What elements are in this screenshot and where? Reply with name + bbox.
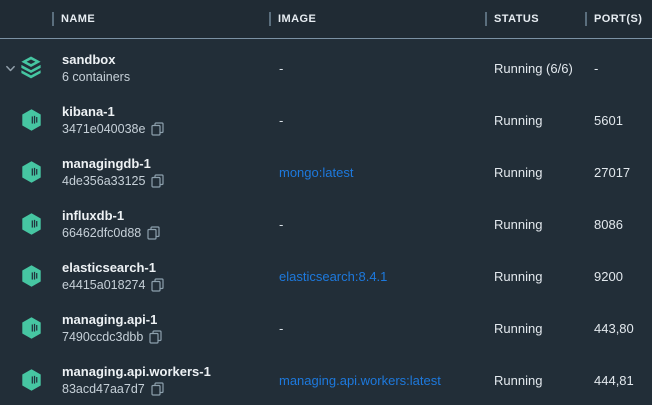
container-name: kibana-1: [62, 103, 279, 120]
image-name: -: [279, 321, 494, 336]
copy-icon[interactable]: [149, 330, 162, 344]
column-header-image[interactable]: IMAGE: [269, 12, 316, 26]
ports-text: 9200: [594, 269, 652, 284]
ports-text: 8086: [594, 217, 652, 232]
container-icon: [20, 368, 43, 392]
container-name: sandbox: [62, 51, 279, 68]
container-icon: [20, 212, 43, 236]
image-link[interactable]: managing.api.workers:latest: [279, 373, 494, 388]
column-header-ports[interactable]: PORT(S): [585, 12, 642, 26]
table-body: sandbox 6 containers - Running (6/6) -: [0, 39, 652, 405]
column-header-label: IMAGE: [278, 13, 316, 25]
table-row[interactable]: managingdb-1 4de356a33125 mongo:latest R…: [0, 146, 652, 198]
ports-text: 5601: [594, 113, 652, 128]
container-id: 83acd47aa7d7: [62, 381, 145, 397]
status-text: Running: [494, 113, 594, 128]
container-id: e4415a018274: [62, 277, 145, 293]
container-name: managing.api.workers-1: [62, 363, 279, 380]
container-icon: [20, 264, 43, 288]
ports-text: -: [594, 61, 652, 76]
image-link[interactable]: mongo:latest: [279, 165, 494, 180]
table-row[interactable]: managing.api.workers-1 83acd47aa7d7 mana…: [0, 354, 652, 405]
table-header-row: NAME IMAGE STATUS PORT(S): [0, 0, 652, 39]
container-id: 6 containers: [62, 69, 130, 85]
container-name: managing.api-1: [62, 311, 279, 328]
container-name: managingdb-1: [62, 155, 279, 172]
column-header-label: PORT(S): [594, 13, 642, 25]
copy-icon[interactable]: [151, 278, 164, 292]
ports-text: 443,80: [594, 321, 652, 336]
column-divider: [269, 12, 271, 26]
container-name: elasticsearch-1: [62, 259, 279, 276]
copy-icon[interactable]: [151, 174, 164, 188]
container-id: 4de356a33125: [62, 173, 145, 189]
container-icon: [20, 160, 43, 184]
column-divider: [52, 12, 54, 26]
column-divider: [485, 12, 487, 26]
column-header-label: NAME: [61, 13, 95, 25]
container-icon: [20, 316, 43, 340]
table-row[interactable]: sandbox 6 containers - Running (6/6) -: [0, 42, 652, 94]
status-text: Running: [494, 321, 594, 336]
image-name: -: [279, 61, 494, 76]
column-header-label: STATUS: [494, 13, 539, 25]
chevron-down-icon[interactable]: [5, 63, 16, 74]
status-text: Running: [494, 269, 594, 284]
column-divider: [585, 12, 587, 26]
table-row[interactable]: elasticsearch-1 e4415a018274 elasticsear…: [0, 250, 652, 302]
status-text: Running: [494, 217, 594, 232]
copy-icon[interactable]: [147, 226, 160, 240]
column-header-status[interactable]: STATUS: [485, 12, 539, 26]
image-name: -: [279, 217, 494, 232]
compose-stack-icon: [20, 55, 42, 81]
container-id: 3471e040038e: [62, 121, 145, 137]
container-icon: [20, 108, 43, 132]
table-row[interactable]: kibana-1 3471e040038e - Running 5601: [0, 94, 652, 146]
ports-text: 27017: [594, 165, 652, 180]
table-row[interactable]: managing.api-1 7490ccdc3dbb - Running 44…: [0, 302, 652, 354]
status-text: Running (6/6): [494, 61, 594, 76]
copy-icon[interactable]: [151, 122, 164, 136]
column-header-name[interactable]: NAME: [52, 12, 95, 26]
containers-table: NAME IMAGE STATUS PORT(S): [0, 0, 652, 405]
table-row[interactable]: influxdb-1 66462dfc0d88 - Running 8086: [0, 198, 652, 250]
status-text: Running: [494, 373, 594, 388]
status-text: Running: [494, 165, 594, 180]
container-id: 66462dfc0d88: [62, 225, 141, 241]
image-link[interactable]: elasticsearch:8.4.1: [279, 269, 494, 284]
copy-icon[interactable]: [151, 382, 164, 396]
container-name: influxdb-1: [62, 207, 279, 224]
ports-text: 444,81: [594, 373, 652, 388]
container-id: 7490ccdc3dbb: [62, 329, 143, 345]
image-name: -: [279, 113, 494, 128]
